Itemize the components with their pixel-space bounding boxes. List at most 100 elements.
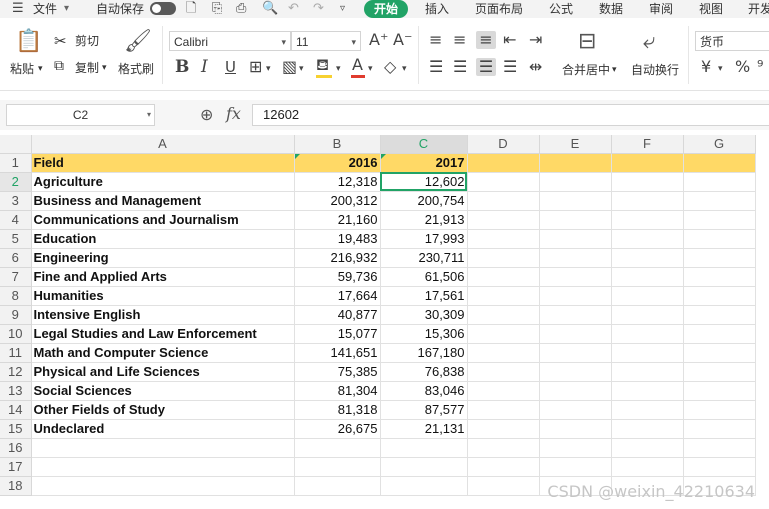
- cell-empty[interactable]: [467, 248, 540, 268]
- cell-a4[interactable]: Communications and Journalism: [30, 210, 295, 230]
- cell-empty[interactable]: [467, 191, 540, 211]
- copy-icon[interactable]: ⧉: [54, 58, 64, 74]
- cell-empty[interactable]: [539, 172, 612, 192]
- cell-empty[interactable]: [467, 305, 540, 325]
- cell-c10[interactable]: 15,306: [380, 324, 468, 344]
- cell-b12[interactable]: 75,385: [294, 362, 381, 382]
- row-header[interactable]: 5: [0, 229, 32, 249]
- distributed-icon[interactable]: ⇹: [529, 58, 542, 76]
- cell-a7[interactable]: Fine and Applied Arts: [30, 267, 295, 287]
- cell-empty[interactable]: [611, 229, 684, 249]
- cell-a5[interactable]: Education: [30, 229, 295, 249]
- more-icon[interactable]: ▿: [340, 1, 345, 17]
- cell-c5[interactable]: 17,993: [380, 229, 468, 249]
- cell-c6[interactable]: 230,711: [380, 248, 468, 268]
- cell-c11[interactable]: 167,180: [380, 343, 468, 363]
- cell-empty[interactable]: [683, 362, 756, 382]
- highlight-icon[interactable]: ⛾: [316, 56, 329, 74]
- cell-empty[interactable]: [294, 457, 381, 477]
- cell-empty[interactable]: [683, 153, 756, 173]
- cell-empty[interactable]: [467, 343, 540, 363]
- cell-empty[interactable]: [539, 153, 612, 173]
- font-color-icon[interactable]: A: [352, 56, 363, 74]
- cell-empty[interactable]: [611, 419, 684, 439]
- column-header-b[interactable]: B: [294, 135, 381, 154]
- cell-empty[interactable]: [683, 457, 756, 477]
- cell-empty[interactable]: [683, 343, 756, 363]
- hamburger-icon[interactable]: ☰: [12, 1, 24, 17]
- format-painter-icon[interactable]: 🖌: [124, 30, 152, 54]
- cell-empty[interactable]: [539, 248, 612, 268]
- row-header[interactable]: 17: [0, 457, 32, 477]
- cell-empty[interactable]: [467, 381, 540, 401]
- undo-icon[interactable]: ↶: [288, 1, 299, 17]
- save-icon[interactable]: 🗋: [186, 1, 196, 17]
- cell-empty[interactable]: [539, 438, 612, 458]
- align-bottom-icon[interactable]: ≡: [476, 31, 496, 49]
- cell-empty[interactable]: [611, 400, 684, 420]
- font-name-select[interactable]: Calibri ▾: [169, 31, 291, 51]
- cell-empty[interactable]: [467, 324, 540, 344]
- cell-c1[interactable]: 2017: [380, 153, 468, 173]
- row-header[interactable]: 16: [0, 438, 32, 458]
- cell-empty[interactable]: [467, 229, 540, 249]
- cell-empty[interactable]: [539, 305, 612, 325]
- cell-empty[interactable]: [294, 438, 381, 458]
- cell-empty[interactable]: [467, 419, 540, 439]
- cell-empty[interactable]: [611, 343, 684, 363]
- wrap-text-icon[interactable]: ⤶: [643, 30, 655, 54]
- cell-empty[interactable]: [294, 476, 381, 496]
- cell-empty[interactable]: [539, 267, 612, 287]
- cell-b3[interactable]: 200,312: [294, 191, 381, 211]
- chevron-down-icon[interactable]: ▾: [147, 105, 151, 125]
- cell-empty[interactable]: [539, 191, 612, 211]
- cell-empty[interactable]: [539, 229, 612, 249]
- cell-c4[interactable]: 21,913: [380, 210, 468, 230]
- borders-icon[interactable]: ⊞: [249, 58, 262, 76]
- chevron-down-icon[interactable]: ▾: [368, 60, 373, 78]
- bold-icon[interactable]: B: [175, 58, 189, 76]
- cell-a1[interactable]: Field: [30, 153, 295, 173]
- cell-empty[interactable]: [611, 457, 684, 477]
- tab-start[interactable]: 开始: [364, 0, 408, 18]
- tab-page-layout[interactable]: 页面布局: [475, 0, 523, 18]
- cell-b10[interactable]: 15,077: [294, 324, 381, 344]
- cell-a14[interactable]: Other Fields of Study: [30, 400, 295, 420]
- merge-center-icon[interactable]: ⊟: [578, 30, 596, 54]
- align-center-icon[interactable]: ☰: [453, 58, 467, 76]
- cell-a10[interactable]: Legal Studies and Law Enforcement: [30, 324, 295, 344]
- cell-empty[interactable]: [611, 248, 684, 268]
- align-middle-icon[interactable]: ≡: [453, 31, 466, 49]
- cell-b11[interactable]: 141,651: [294, 343, 381, 363]
- column-header-a[interactable]: A: [31, 135, 295, 154]
- tab-review[interactable]: 审阅: [649, 0, 673, 18]
- row-header[interactable]: 11: [0, 343, 32, 363]
- cell-empty[interactable]: [31, 476, 295, 496]
- copy-button[interactable]: 复制: [75, 61, 99, 75]
- row-header[interactable]: 4: [0, 210, 32, 230]
- chevron-down-icon[interactable]: ▾: [299, 60, 304, 78]
- cell-empty[interactable]: [611, 191, 684, 211]
- cell-empty[interactable]: [539, 210, 612, 230]
- cell-c7[interactable]: 61,506: [380, 267, 468, 287]
- cell-empty[interactable]: [683, 305, 756, 325]
- tab-insert[interactable]: 插入: [425, 0, 449, 18]
- cell-empty[interactable]: [683, 381, 756, 401]
- tab-view[interactable]: 视图: [699, 0, 723, 18]
- comma-style-icon[interactable]: ⁹: [757, 58, 763, 76]
- align-right-icon[interactable]: ☰: [476, 58, 496, 76]
- cell-empty[interactable]: [380, 438, 468, 458]
- font-size-select[interactable]: 11 ▾: [291, 31, 361, 51]
- align-top-icon[interactable]: ≡: [429, 31, 442, 49]
- cell-a8[interactable]: Humanities: [30, 286, 295, 306]
- cell-b8[interactable]: 17,664: [294, 286, 381, 306]
- cell-empty[interactable]: [467, 457, 540, 477]
- row-header[interactable]: 14: [0, 400, 32, 420]
- cell-empty[interactable]: [539, 362, 612, 382]
- cell-empty[interactable]: [539, 419, 612, 439]
- row-header[interactable]: 9: [0, 305, 32, 325]
- chevron-down-icon[interactable]: ▾: [102, 61, 107, 75]
- cell-a12[interactable]: Physical and Life Sciences: [30, 362, 295, 382]
- cell-empty[interactable]: [467, 362, 540, 382]
- cell-empty[interactable]: [683, 400, 756, 420]
